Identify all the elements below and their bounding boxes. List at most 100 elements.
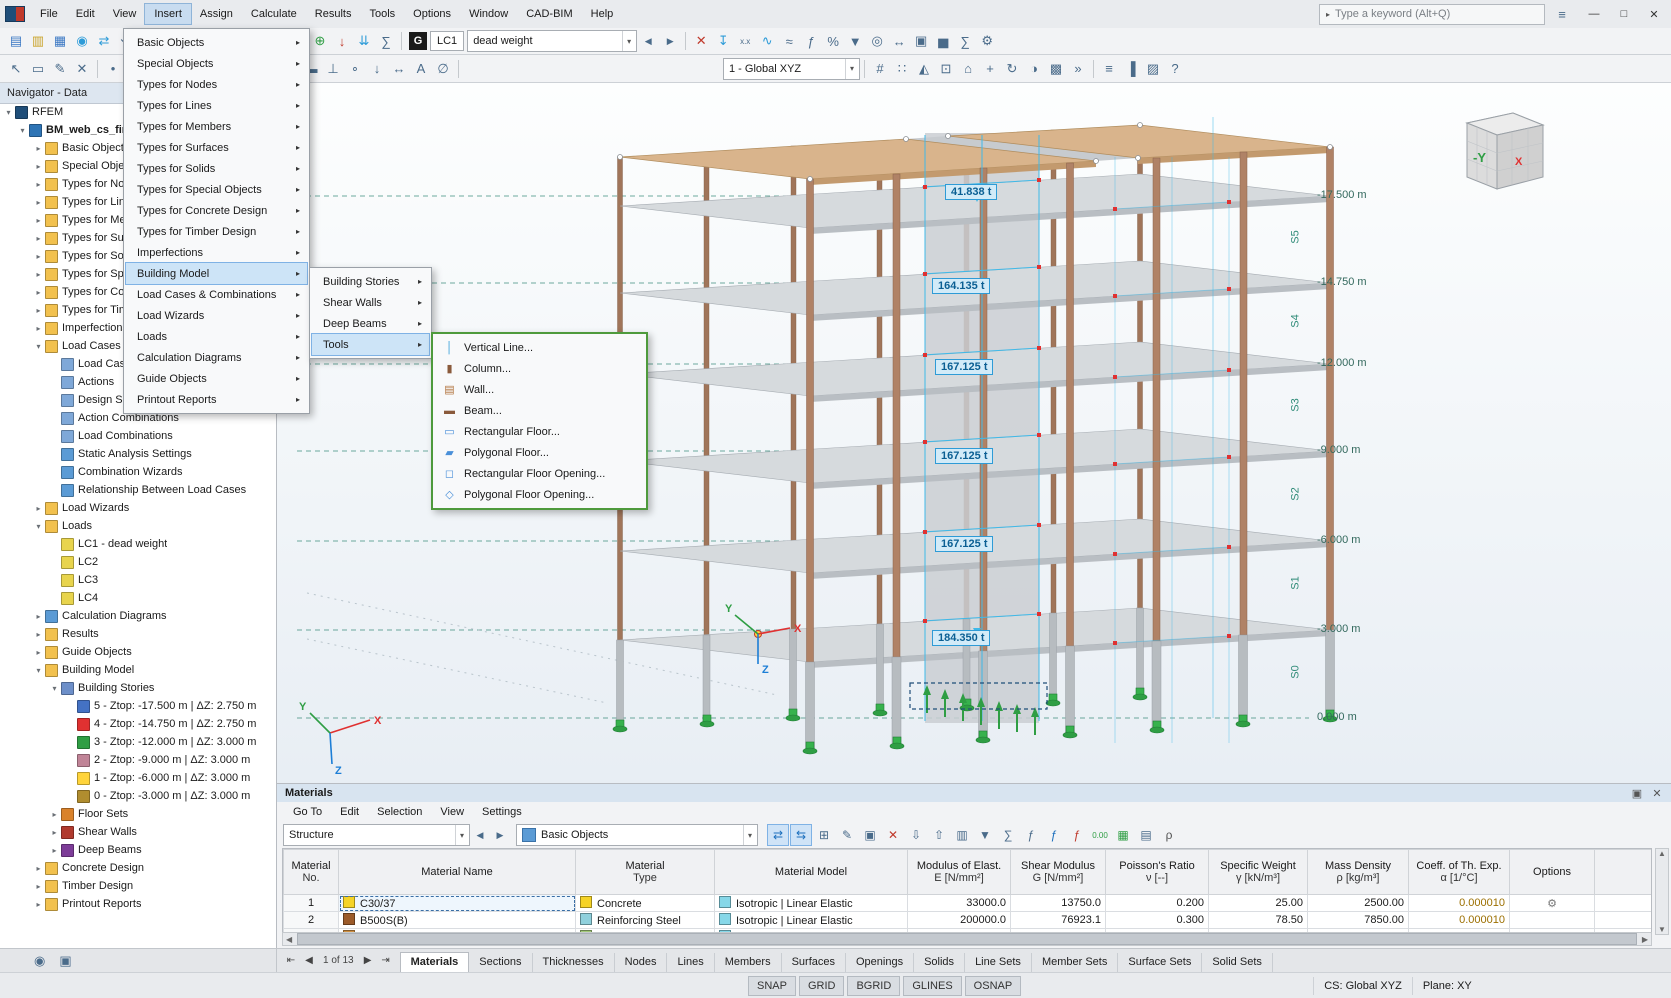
tools-submenu-item[interactable]: ◇ Polygonal Floor Opening...	[435, 484, 644, 505]
table-tab[interactable]: Sections	[469, 953, 532, 972]
material-name-cell[interactable]: B500S(B)	[339, 912, 576, 929]
insert-menu-item[interactable]: Calculation Diagrams ▸	[126, 347, 307, 368]
tree-expander-icon[interactable]: ▾	[49, 684, 60, 693]
node-tool-icon[interactable]: •	[102, 58, 124, 79]
grid-settings-icon[interactable]: ∷	[891, 58, 913, 79]
insert-menu-item[interactable]: Building Model ▸	[126, 263, 307, 284]
poisson-cell[interactable]: 0.300	[1106, 912, 1209, 929]
tree-item[interactable]: ▾ Loads	[0, 517, 276, 535]
tree-expander-icon[interactable]: ▸	[33, 234, 44, 243]
chart-icon[interactable]: ▅	[932, 31, 954, 52]
rotate-view-icon[interactable]: ↻	[1001, 58, 1023, 79]
fx-edit-icon[interactable]: ƒ	[1044, 825, 1064, 845]
pen-icon[interactable]: ✎	[49, 58, 71, 79]
combo-dropdown-icon[interactable]: ▾	[455, 825, 464, 845]
copy-row-icon[interactable]: ▣	[860, 825, 880, 845]
float-panel-icon[interactable]: ▣	[1628, 787, 1646, 800]
tree-item[interactable]: ▾ Building Stories	[0, 679, 276, 697]
tree-expander-icon[interactable]: ▾	[33, 522, 44, 531]
tree-expander-icon[interactable]: ▾	[33, 666, 44, 675]
tree-item[interactable]: ▸ Concrete Design	[0, 859, 276, 877]
tree-expander-icon[interactable]: ▸	[49, 846, 60, 855]
structure-filter-combo[interactable]: Structure ▾	[283, 824, 470, 846]
insert-menu-item[interactable]: Load Cases & Combinations ▸	[126, 284, 307, 305]
more-tools-icon[interactable]: »	[1067, 58, 1089, 79]
new-model-icon[interactable]: ▤	[5, 31, 27, 52]
tools-submenu-item[interactable]: │ Vertical Line...	[435, 337, 644, 358]
tools-submenu-item[interactable]: ▮ Column...	[435, 358, 644, 379]
table-tab[interactable]: Thicknesses	[533, 953, 615, 972]
save-model-icon[interactable]: ▦	[49, 31, 71, 52]
tree-item[interactable]: ▸ Calculation Diagrams	[0, 607, 276, 625]
materials-menu-item[interactable]: Go To	[285, 804, 330, 820]
table-tab[interactable]: Solids	[914, 953, 965, 972]
shear-modulus-cell[interactable]: 13750.0	[1011, 895, 1106, 912]
measure-icon[interactable]: ↔	[888, 31, 910, 52]
tree-expander-icon[interactable]: ▸	[33, 504, 44, 513]
menu-bar-item[interactable]: Results	[306, 4, 361, 24]
load-values-icon[interactable]: x.x	[734, 31, 756, 52]
menu-bar-item[interactable]: Options	[404, 4, 460, 24]
scroll-right-icon[interactable]: ▶	[1639, 935, 1651, 944]
menu-bar-item[interactable]: Assign	[191, 4, 242, 24]
table-vertical-scrollbar[interactable]: ▲ ▼	[1655, 848, 1669, 935]
extra-cell[interactable]	[1595, 895, 1653, 912]
tree-expander-icon[interactable]: ▸	[33, 648, 44, 657]
tree-expander-icon[interactable]: ▸	[33, 630, 44, 639]
export-table-icon[interactable]: ⇧	[929, 825, 949, 845]
last-table-button[interactable]: ⇥	[378, 955, 394, 966]
tree-expander-icon[interactable]: ▸	[33, 270, 44, 279]
material-type-cell[interactable]: Concrete	[576, 895, 715, 912]
first-table-button[interactable]: ⇤	[283, 955, 299, 966]
tree-expander-icon[interactable]: ▸	[33, 252, 44, 261]
table-tab[interactable]: Solid Sets	[1202, 953, 1273, 972]
tree-expander-icon[interactable]: ▸	[33, 288, 44, 297]
tree-item[interactable]: 1 - Ztop: -6.000 m | ΔZ: 3.000 m	[0, 769, 276, 787]
tree-item[interactable]: Relationship Between Load Cases	[0, 481, 276, 499]
table-horizontal-scrollbar[interactable]: ◀ ▶	[282, 932, 1652, 946]
tree-item[interactable]: ▸ Timber Design	[0, 877, 276, 895]
table-next-button[interactable]: ▶	[490, 825, 510, 845]
delete-row-icon[interactable]: ✕	[883, 825, 903, 845]
tree-item[interactable]: ▸ Floor Sets	[0, 805, 276, 823]
building-model-submenu-item[interactable]: Tools ▸	[312, 334, 429, 355]
table-tab[interactable]: Lines	[667, 953, 714, 972]
table-to-graphic-icon[interactable]: ⇄	[768, 825, 788, 845]
tree-item[interactable]: ▸ Results	[0, 625, 276, 643]
combo-dropdown-icon[interactable]: ▾	[743, 825, 752, 845]
tree-expander-icon[interactable]: ▸	[33, 882, 44, 891]
previous-load-case-button[interactable]: ◀	[637, 31, 659, 52]
snap-toggle-button[interactable]: GLINES	[903, 976, 961, 996]
next-load-case-button[interactable]: ▶	[659, 31, 681, 52]
insert-menu-item[interactable]: Loads ▸	[126, 326, 307, 347]
tree-expander-icon[interactable]: ▸	[33, 162, 44, 171]
material-row[interactable]: 2 B500S(B) Reinforcing Steel Isotropic |…	[284, 912, 1653, 929]
search-parameters-icon[interactable]: ρ	[1159, 825, 1179, 845]
insert-menu-item[interactable]: Types for Surfaces ▸	[126, 137, 307, 158]
tree-expander-icon[interactable]: ▾	[17, 126, 28, 135]
view-columns-icon[interactable]: ▥	[952, 825, 972, 845]
tree-item[interactable]: 5 - Ztop: -17.500 m | ΔZ: 2.750 m	[0, 697, 276, 715]
sync-model-icon[interactable]: ⇄	[93, 31, 115, 52]
delete-object-icon[interactable]: ✕	[71, 58, 93, 79]
work-plane-status[interactable]: Plane: XY	[1412, 977, 1482, 995]
table-tab[interactable]: Member Sets	[1032, 953, 1118, 972]
materials-menu-item[interactable]: Settings	[474, 804, 530, 820]
thermal-expansion-cell[interactable]: 0.000010	[1409, 912, 1510, 929]
tree-expander-icon[interactable]: ▸	[33, 864, 44, 873]
materials-menu-item[interactable]: Selection	[369, 804, 430, 820]
tree-item[interactable]: Combination Wizards	[0, 463, 276, 481]
load-tool-icon[interactable]: ↓	[366, 58, 388, 79]
filter-table-icon[interactable]: ▼	[975, 825, 995, 845]
tree-item[interactable]: ▸ Deep Beams	[0, 841, 276, 859]
close-panel-icon[interactable]: ✕	[1648, 787, 1666, 800]
materials-menu-item[interactable]: Edit	[332, 804, 367, 820]
tree-expander-icon[interactable]: ▾	[33, 342, 44, 351]
menu-bar-item[interactable]: File	[31, 4, 67, 24]
dimension-tool-icon[interactable]: ↔	[388, 58, 410, 79]
workplane-icon[interactable]: #	[869, 58, 891, 79]
menu-bar-item[interactable]: Window	[460, 4, 517, 24]
tools-submenu-item[interactable]: ▭ Rectangular Floor...	[435, 421, 644, 442]
filter-icon[interactable]: ▼	[844, 31, 866, 52]
insert-menu-item[interactable]: Types for Concrete Design ▸	[126, 200, 307, 221]
